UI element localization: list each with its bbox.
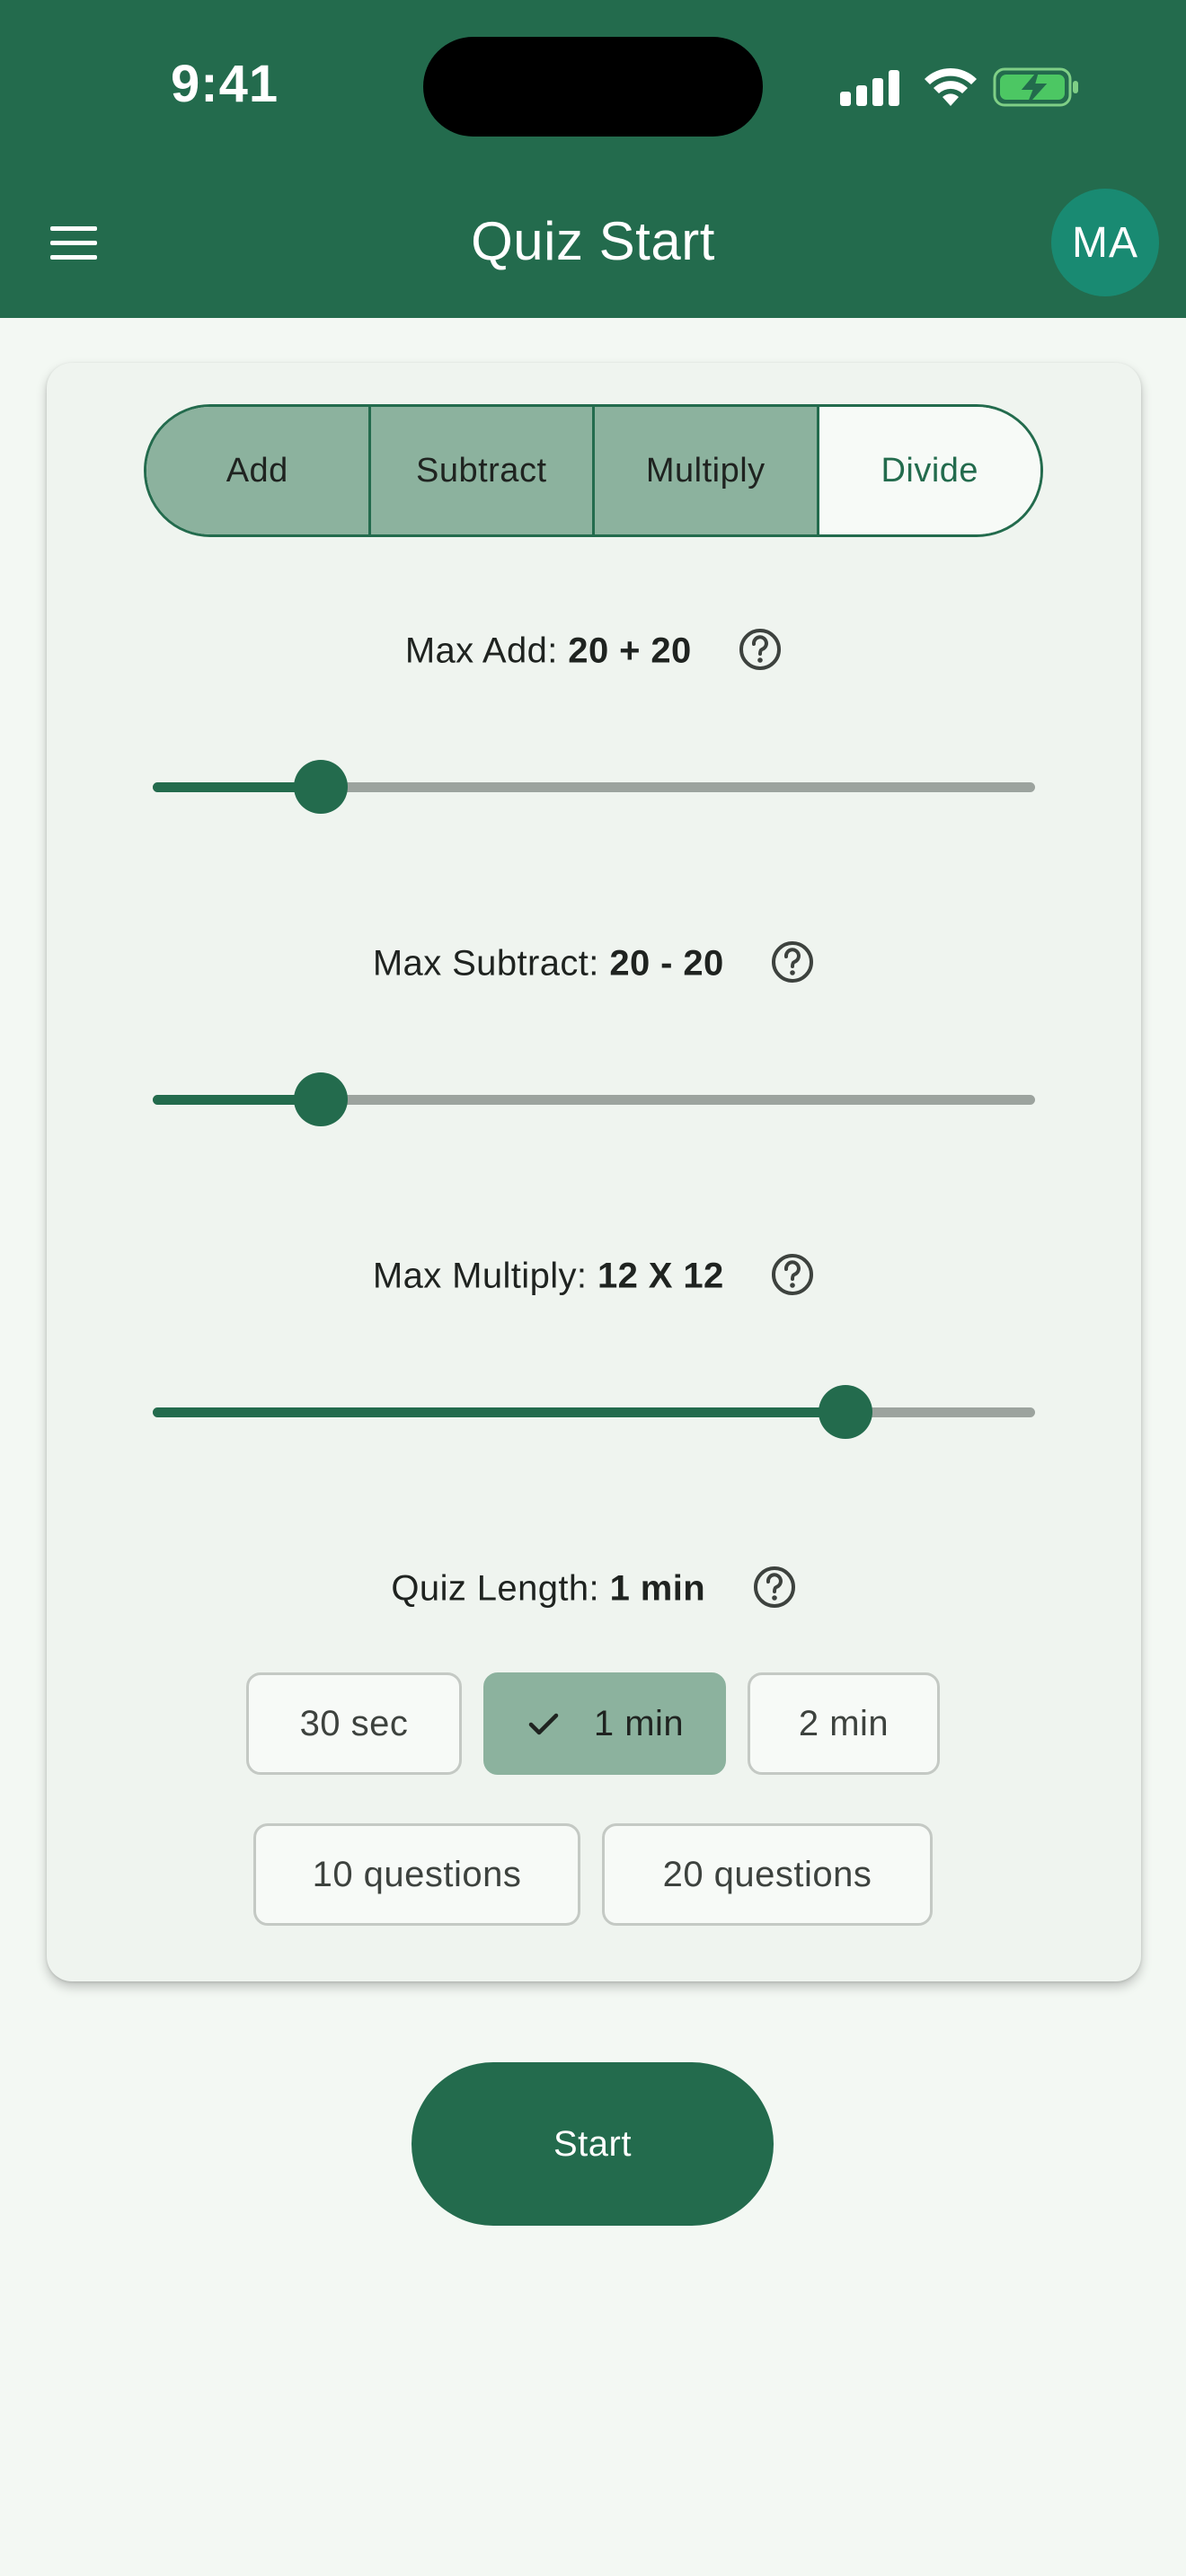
- check-icon: [528, 1713, 559, 1735]
- slider-thumb[interactable]: [293, 760, 348, 814]
- wifi-icon: [925, 67, 977, 106]
- chip-20-questions[interactable]: 20 questions: [602, 1823, 933, 1926]
- max-subtract-slider[interactable]: [153, 1072, 1035, 1126]
- avatar[interactable]: MA: [1051, 189, 1159, 296]
- operation-multiply[interactable]: Multiply: [595, 407, 819, 534]
- status-icons: [840, 66, 1083, 108]
- status-time: 9:41: [171, 55, 279, 113]
- max-multiply-value: 12 X 12: [597, 1256, 724, 1296]
- max-add-label: Max Add: 20 + 20: [47, 629, 1141, 675]
- max-subtract-label: Max Subtract: 20 - 20: [47, 940, 1141, 988]
- operation-subtract[interactable]: Subtract: [370, 407, 595, 534]
- help-icon[interactable]: [770, 940, 815, 984]
- max-add-value: 20 + 20: [568, 631, 692, 671]
- max-multiply-label-text: Max Multiply:: [372, 1256, 597, 1296]
- chip-label: 1 min: [593, 1703, 685, 1743]
- slider-thumb[interactable]: [818, 1385, 872, 1439]
- chip-label: 2 min: [798, 1703, 890, 1743]
- help-icon[interactable]: [752, 1565, 797, 1610]
- chip-label: 10 questions: [312, 1854, 522, 1894]
- max-multiply-slider[interactable]: [153, 1385, 1035, 1439]
- operation-selector: Add Subtract Multiply Divide: [144, 404, 1043, 537]
- dynamic-island: [423, 37, 763, 137]
- chip-30-sec[interactable]: 30 sec: [246, 1672, 462, 1775]
- quiz-settings-card: Add Subtract Multiply Divide Max Add: 20…: [47, 363, 1141, 1981]
- help-icon[interactable]: [770, 1252, 815, 1297]
- max-multiply-label: Max Multiply: 12 X 12: [47, 1254, 1141, 1301]
- chip-2-min[interactable]: 2 min: [748, 1672, 940, 1775]
- page-title: Quiz Start: [471, 211, 715, 271]
- chip-1-min[interactable]: 1 min: [483, 1672, 726, 1775]
- chip-10-questions[interactable]: 10 questions: [253, 1823, 580, 1926]
- chip-label: 20 questions: [662, 1854, 872, 1894]
- slider-fill: [153, 1407, 845, 1417]
- slider-thumb[interactable]: [293, 1072, 348, 1126]
- app-header: 9:41 Quiz Start MA: [0, 0, 1186, 318]
- operation-add[interactable]: Add: [146, 407, 371, 534]
- battery-charging-icon: [993, 67, 1078, 107]
- max-add-label-text: Max Add:: [404, 631, 569, 671]
- operation-divide[interactable]: Divide: [819, 407, 1040, 534]
- quiz-length-value: 1 min: [609, 1568, 706, 1609]
- chip-label: 30 sec: [299, 1703, 409, 1743]
- quiz-length-label-text: Quiz Length:: [391, 1568, 610, 1609]
- max-subtract-label-text: Max Subtract:: [372, 943, 610, 984]
- help-icon[interactable]: [738, 627, 783, 672]
- max-subtract-value: 20 - 20: [609, 943, 724, 984]
- quiz-length-label: Quiz Length: 1 min: [47, 1565, 1141, 1613]
- max-add-slider[interactable]: [153, 760, 1035, 814]
- signal-icon: [840, 70, 899, 106]
- start-button[interactable]: Start: [412, 2062, 774, 2226]
